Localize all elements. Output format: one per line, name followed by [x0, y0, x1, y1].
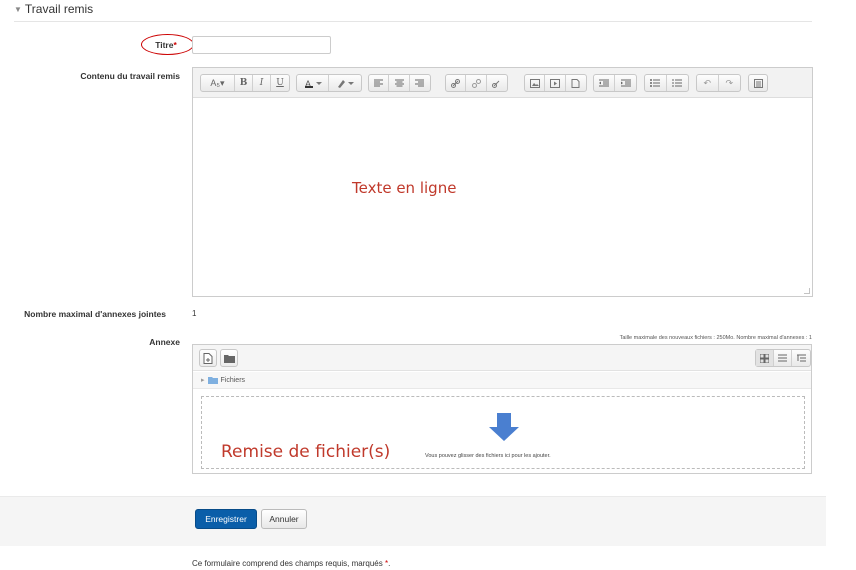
- html-group: [748, 74, 768, 92]
- link-group: [445, 74, 508, 92]
- format-group: A₅▾ B I U: [200, 74, 290, 92]
- numbered-list-icon[interactable]: [667, 75, 688, 91]
- file-icon[interactable]: [566, 75, 586, 91]
- upload-limits-text: Taille maximale des nouveaux fichiers : …: [619, 335, 812, 341]
- media-icon[interactable]: [545, 75, 566, 91]
- file-path-bar[interactable]: ▸ Fichiers: [193, 372, 811, 389]
- path-folder-label[interactable]: Fichiers: [221, 377, 246, 384]
- outdent-icon[interactable]: [594, 75, 616, 91]
- titre-highlight-ellipse: [141, 34, 194, 55]
- required-note-text: Ce formulaire comprend des champs requis…: [192, 559, 383, 568]
- add-file-icon: [203, 352, 213, 364]
- cancel-button[interactable]: Annuler: [261, 509, 307, 529]
- section-header[interactable]: ▼ Travail remis: [14, 2, 93, 16]
- editor-annotation-text: Texte en ligne: [352, 179, 457, 197]
- rich-text-editor[interactable]: A₅▾ B I U A ↶ ↷: [192, 67, 813, 297]
- html-icon[interactable]: [749, 75, 767, 91]
- view-switcher: [755, 349, 811, 367]
- color-group: A: [296, 74, 362, 92]
- list-view-icon[interactable]: [774, 350, 792, 366]
- italic-icon[interactable]: I: [253, 75, 271, 91]
- align-right-icon[interactable]: [410, 75, 430, 91]
- create-folder-button[interactable]: [220, 349, 238, 367]
- anchor-icon[interactable]: [487, 75, 507, 91]
- section-divider: [14, 21, 812, 22]
- contenu-label: Contenu du travail remis: [80, 71, 180, 81]
- dropzone-annotation-text: Remise de fichier(s): [221, 442, 391, 462]
- list-group: [644, 74, 689, 92]
- unlink-icon[interactable]: [466, 75, 487, 91]
- grid-view-icon[interactable]: [756, 350, 774, 366]
- indent-group: [593, 74, 637, 92]
- folder-icon: [223, 354, 235, 363]
- undo-icon[interactable]: ↶: [697, 75, 719, 91]
- max-annexes-label: Nombre maximal d'annexes jointes: [24, 309, 166, 319]
- save-button[interactable]: Enregistrer: [195, 509, 257, 529]
- align-center-icon[interactable]: [389, 75, 410, 91]
- required-note: Ce formulaire comprend des champs requis…: [192, 559, 390, 568]
- folder-icon: [207, 377, 218, 384]
- history-group: ↶ ↷: [696, 74, 741, 92]
- indent-icon[interactable]: [615, 75, 636, 91]
- link-icon[interactable]: [446, 75, 467, 91]
- underline-icon[interactable]: U: [271, 75, 289, 91]
- bold-icon[interactable]: B: [235, 75, 253, 91]
- add-file-button[interactable]: [199, 349, 217, 367]
- titre-input[interactable]: [192, 36, 331, 54]
- drop-arrow-icon: [489, 413, 519, 441]
- max-annexes-value: 1: [192, 309, 197, 318]
- style-icon[interactable]: A₅▾: [201, 75, 235, 91]
- expand-arrow-icon[interactable]: ▸: [201, 376, 205, 384]
- section-title: Travail remis: [24, 2, 94, 16]
- media-group: [524, 74, 587, 92]
- highlight-icon[interactable]: [329, 75, 361, 91]
- file-manager-toolbar: [193, 345, 811, 371]
- editor-toolbar: A₅▾ B I U A ↶ ↷: [193, 68, 812, 98]
- required-note-end: .: [388, 559, 391, 568]
- collapse-caret-icon[interactable]: ▼: [14, 5, 22, 14]
- align-group: [368, 74, 431, 92]
- bullet-list-icon[interactable]: [645, 75, 667, 91]
- resize-grip-icon[interactable]: [804, 288, 810, 294]
- form-actions-band: [0, 496, 826, 546]
- dropzone-text: Vous pouvez glisser des fichiers ici pou…: [425, 453, 551, 459]
- text-color-icon[interactable]: A: [297, 75, 330, 91]
- image-icon[interactable]: [525, 75, 546, 91]
- redo-icon[interactable]: ↷: [719, 75, 740, 91]
- tree-view-icon[interactable]: [792, 350, 810, 366]
- annexe-label: Annexe: [149, 337, 180, 347]
- align-left-icon[interactable]: [369, 75, 390, 91]
